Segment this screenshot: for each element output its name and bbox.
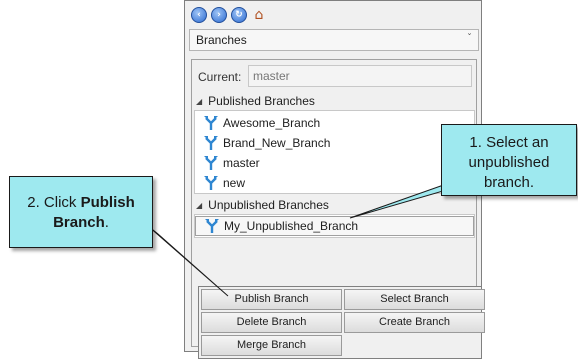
callout-select-branch: 1. Select an unpublished branch. [441,124,577,196]
callout-publish-pointer [147,225,229,297]
callout-publish-prefix: 2. Click [27,194,81,211]
callout-publish-branch: 2. Click Publish Branch. [9,176,153,248]
callout-publish-suffix: . [104,214,109,231]
